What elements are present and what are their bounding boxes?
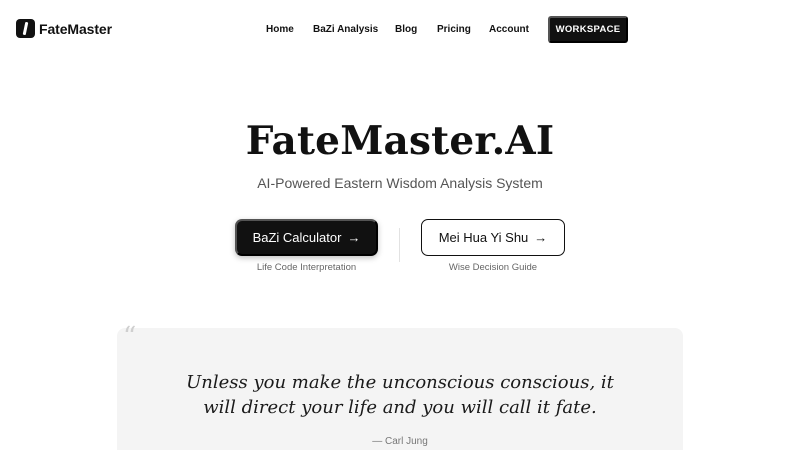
nav-link-blog[interactable]: Blog <box>395 22 417 38</box>
bazi-calculator-button[interactable]: BaZi Calculator → <box>235 219 378 256</box>
arrow-right-icon: → <box>534 230 548 245</box>
hero-subtitle: AI-Powered Eastern Wisdom Analysis Syste… <box>257 175 543 191</box>
quote-author: — Carl Jung <box>372 436 428 447</box>
nav-link-pricing[interactable]: Pricing <box>437 22 471 38</box>
arrow-right-icon: → <box>347 230 361 245</box>
main-nav: Home BaZi Analysis Blog Pricing Account <box>0 22 800 38</box>
bazi-calculator-caption: Life Code Interpretation <box>256 262 357 273</box>
cta-divider <box>399 228 400 262</box>
workspace-button[interactable]: WORKSPACE <box>548 16 628 43</box>
quote-mark-icon: “ <box>123 322 137 352</box>
bazi-calculator-label: BaZi Calculator <box>252 230 342 245</box>
nav-link-account[interactable]: Account <box>489 22 529 38</box>
nav-link-home[interactable]: Home <box>266 22 294 38</box>
quote-text: Unless you make the unconscious consciou… <box>186 372 614 418</box>
mei-hua-yi-shu-button[interactable]: Mei Hua Yi Shu → <box>421 219 565 256</box>
mei-hua-yi-shu-label: Mei Hua Yi Shu <box>438 230 529 245</box>
quote-card: “ Unless you make the unconscious consci… <box>117 324 683 450</box>
mei-hua-yi-shu-caption: Wise Decision Guide <box>448 262 538 273</box>
top-navbar: FateMaster Home BaZi Analysis Blog Prici… <box>0 0 800 58</box>
hero-title: FateMaster.AI <box>245 118 555 164</box>
nav-link-bazi-analysis[interactable]: BaZi Analysis <box>313 22 378 38</box>
